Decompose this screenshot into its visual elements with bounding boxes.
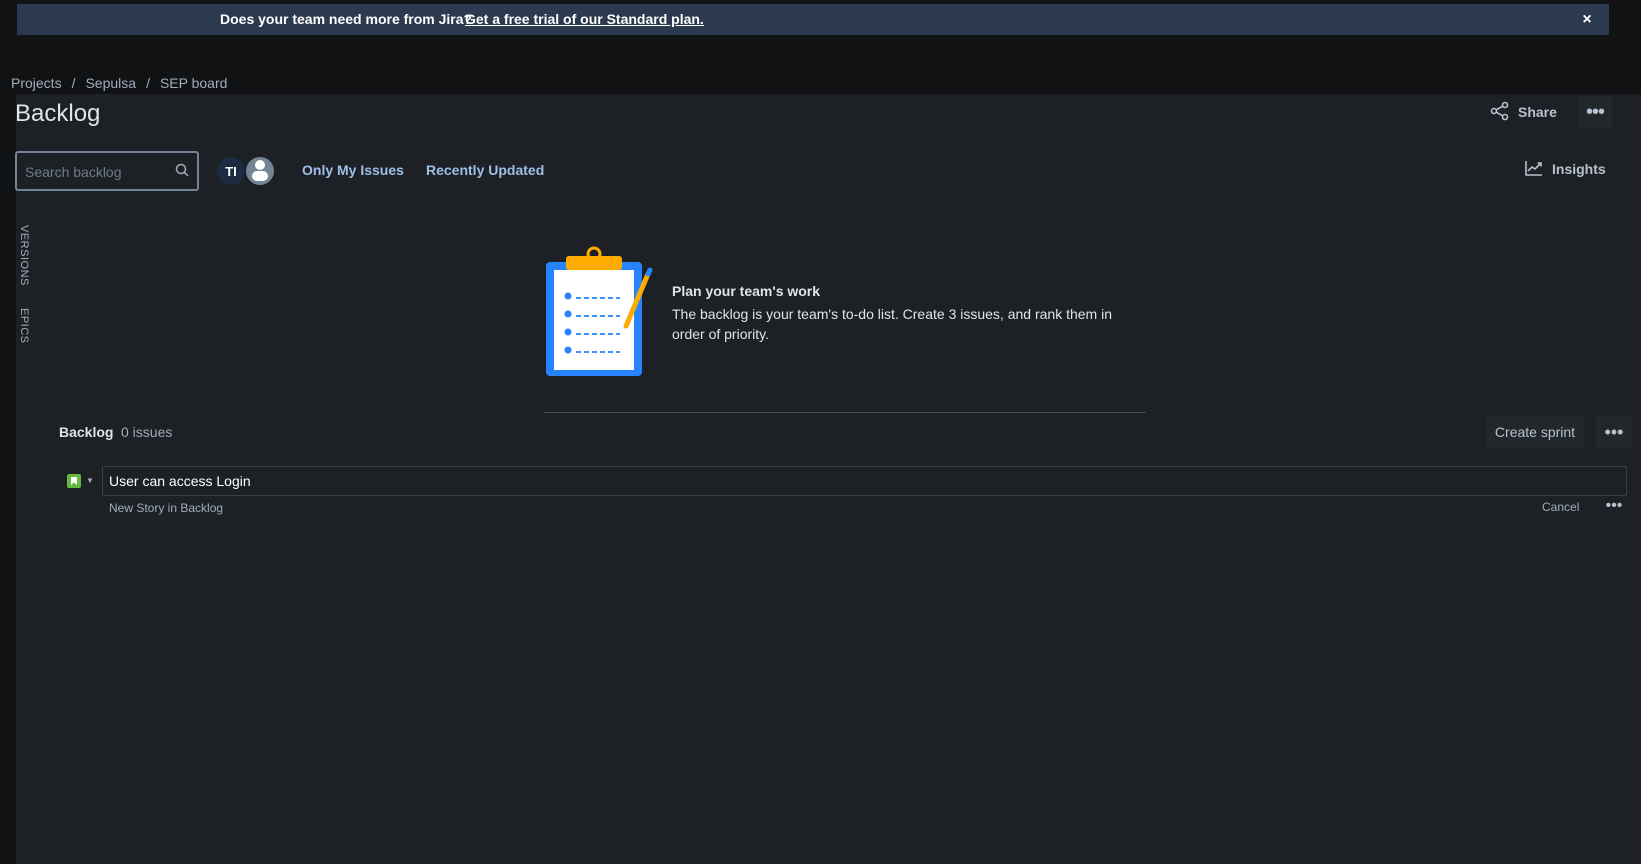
new-issue-hint: New Story in Backlog (109, 501, 224, 515)
banner-close-button[interactable]: × (1577, 10, 1597, 30)
left-gutter (0, 0, 16, 864)
empty-state-title: Plan your team's work (672, 283, 821, 299)
breadcrumb-board[interactable]: SEP board (160, 75, 227, 91)
chart-line-icon (1524, 159, 1544, 180)
share-label: Share (1518, 104, 1557, 120)
page-title: Backlog (15, 100, 101, 127)
user-icon (246, 157, 274, 185)
free-trial-link[interactable]: Get a free trial of our Standard plan. (465, 11, 704, 27)
search-input[interactable] (23, 161, 163, 183)
breadcrumb: Projects / Sepulsa / SEP board (11, 75, 227, 91)
avatar-unassigned[interactable] (244, 155, 276, 187)
breadcrumb-project[interactable]: Sepulsa (85, 75, 136, 91)
issue-count: 0 issues (121, 424, 173, 440)
story-icon[interactable] (67, 474, 81, 488)
new-issue-more-button[interactable]: ••• (1602, 498, 1626, 514)
create-sprint-button[interactable]: Create sprint (1486, 416, 1584, 448)
new-issue-summary-input[interactable] (102, 466, 1627, 496)
share-button[interactable]: Share (1490, 98, 1557, 126)
search-field[interactable] (15, 151, 199, 191)
tab-epics[interactable]: EPICS (18, 308, 30, 344)
recently-updated-filter[interactable]: Recently Updated (426, 162, 544, 178)
avatar-ti[interactable]: TI (215, 155, 247, 187)
empty-state-description: The backlog is your team's to-do list. C… (672, 306, 1112, 342)
breadcrumb-separator: / (146, 75, 150, 91)
insights-label: Insights (1552, 161, 1606, 177)
insights-button[interactable]: Insights (1524, 157, 1606, 181)
cancel-button[interactable]: Cancel (1542, 500, 1579, 514)
breadcrumb-projects[interactable]: Projects (11, 75, 62, 91)
search-icon (175, 163, 189, 182)
backlog-label: Backlog (59, 424, 114, 440)
backlog-more-button[interactable]: ••• (1596, 416, 1632, 448)
upgrade-banner: Does your team need more from Jira? Get … (17, 4, 1609, 35)
issue-type-dropdown-icon[interactable]: ▼ (86, 476, 94, 485)
divider (544, 412, 1146, 413)
only-my-issues-filter[interactable]: Only My Issues (302, 162, 404, 178)
more-actions-button[interactable]: ••• (1578, 96, 1612, 128)
breadcrumb-separator: / (71, 75, 76, 91)
tab-versions[interactable]: VERSIONS (18, 225, 30, 286)
clipboard-illustration (544, 246, 654, 383)
banner-message: Does your team need more from Jira? (220, 11, 473, 27)
share-icon (1490, 101, 1510, 124)
